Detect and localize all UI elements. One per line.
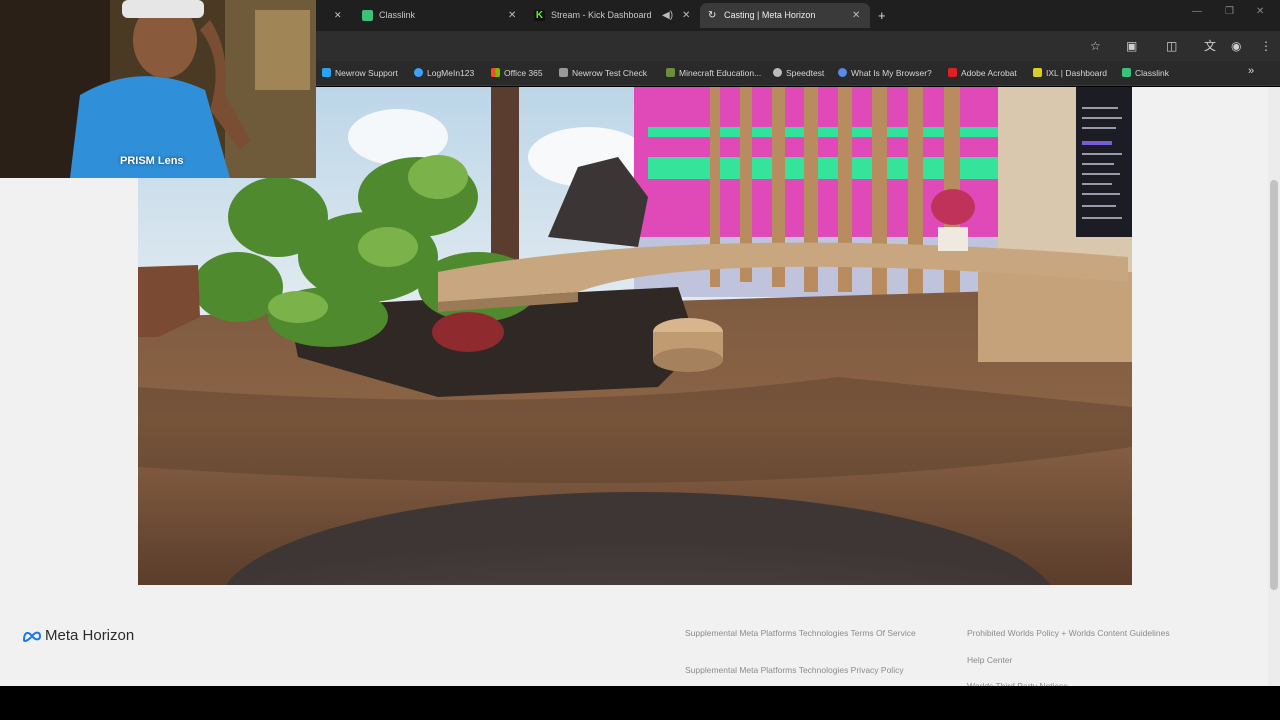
bookmark-icon [414, 68, 423, 77]
close-window-icon[interactable]: ✕ [1256, 6, 1264, 17]
bookmark-label: Speedtest [786, 68, 825, 78]
footer-link-prohibited-worlds[interactable]: Prohibited Worlds Policy + Worlds Conten… [967, 628, 1227, 639]
bookmark-newrow-support[interactable]: Newrow Support [322, 67, 398, 79]
kick-favicon: K [534, 10, 545, 22]
menu-lines [1082, 141, 1112, 145]
bookmark-classlink[interactable]: Classlink [1122, 67, 1169, 79]
letterbox-bar [0, 686, 1280, 720]
brand-name: Meta Horizon [45, 627, 135, 644]
minecraft-icon [666, 68, 675, 77]
bookmark-adobe-acrobat[interactable]: Adobe Acrobat [948, 67, 1017, 79]
close-icon[interactable]: ✕ [852, 3, 860, 28]
acrobat-icon [948, 68, 957, 77]
bookmark-label: LogMeIn123 [427, 68, 475, 78]
bookmark-minecraft[interactable]: Minecraft Education... [666, 67, 761, 79]
bookmark-logmein[interactable]: LogMeIn123 [414, 67, 474, 79]
bookmark-icon [322, 68, 331, 77]
bookmark-ixl[interactable]: IXL | Dashboard [1033, 67, 1107, 79]
footer-link-help-center[interactable]: Help Center [967, 655, 1167, 666]
tab-title: Classlink [379, 10, 416, 20]
bookmark-what-is-my-browser[interactable]: What Is My Browser? [838, 67, 932, 79]
extension-icon[interactable]: ▣ [1126, 38, 1137, 54]
bookmark-label: Office 365 [504, 68, 543, 78]
classlink-favicon [362, 10, 373, 22]
screen: ✕ Classlink ✕ K Stream - Kick Dashboard ◀… [0, 0, 1280, 720]
bookmark-office365[interactable]: Office 365 [491, 67, 543, 79]
bookmark-icon [559, 68, 568, 77]
profile-icon[interactable]: ◉ [1231, 38, 1241, 54]
speedtest-icon [773, 68, 782, 77]
close-icon[interactable]: ✕ [682, 3, 690, 28]
speaker-icon[interactable]: ◀) [662, 3, 673, 28]
address-input[interactable] [318, 35, 1110, 57]
more-bookmarks-button[interactable]: » [1248, 65, 1254, 77]
bookmark-label: Adobe Acrobat [961, 68, 1017, 78]
classlink-icon [1122, 68, 1131, 77]
webcam-feed [0, 0, 316, 178]
bookmark-label: What Is My Browser? [851, 68, 932, 78]
webcam-overlay: PRISM Lens [0, 0, 316, 178]
meta-horizon-brand[interactable]: Meta Horizon [22, 627, 134, 644]
tab-title: Casting | Meta Horizon [724, 10, 816, 20]
scrollbar-thumb[interactable] [1270, 180, 1278, 590]
flower-pot [938, 227, 968, 251]
new-tab-button[interactable]: + [878, 3, 886, 28]
bookmark-speedtest[interactable]: Speedtest [773, 67, 824, 79]
loading-icon: ↻ [708, 10, 717, 21]
minimize-icon[interactable]: — [1192, 6, 1202, 17]
tab-classlink[interactable]: Classlink ✕ [356, 3, 524, 28]
tab-casting-meta-horizon[interactable]: ↻ Casting | Meta Horizon ✕ [700, 3, 870, 28]
restore-icon[interactable]: ❐ [1225, 6, 1234, 17]
tab-close-button[interactable]: ✕ [334, 3, 348, 28]
close-icon: ✕ [334, 10, 342, 20]
sidepanel-icon[interactable]: ◫ [1166, 38, 1177, 54]
microsoft-icon [491, 68, 500, 77]
bookmark-label: IXL | Dashboard [1046, 68, 1107, 78]
vr-headset [122, 0, 204, 18]
bookmark-label: Newrow Support [335, 68, 398, 78]
meta-logo-icon [22, 631, 42, 642]
ixl-icon [1033, 68, 1042, 77]
star-icon[interactable]: ☆ [1090, 38, 1101, 54]
bookmark-newrow-test[interactable]: Newrow Test Check [559, 67, 647, 79]
vr-menu-panel [1076, 87, 1132, 237]
cabinet [978, 272, 1132, 362]
menu-icon[interactable]: ⋮ [1260, 38, 1272, 54]
globe-icon [838, 68, 847, 77]
close-icon[interactable]: ✕ [508, 3, 516, 28]
bookmark-label: Newrow Test Check [572, 68, 647, 78]
bookmark-label: Classlink [1135, 68, 1170, 78]
bookmark-label: Minecraft Education... [679, 68, 762, 78]
tab-title: Stream - Kick Dashboard [551, 10, 652, 20]
webcam-caption: PRISM Lens [120, 155, 184, 167]
tab-kick-dashboard[interactable]: K Stream - Kick Dashboard ◀) ✕ [528, 3, 698, 28]
translate-icon[interactable]: 文 [1204, 38, 1216, 54]
footer-link-terms[interactable]: Supplemental Meta Platforms Technologies… [685, 628, 925, 639]
footer-link-privacy[interactable]: Supplemental Meta Platforms Technologies… [685, 665, 925, 676]
